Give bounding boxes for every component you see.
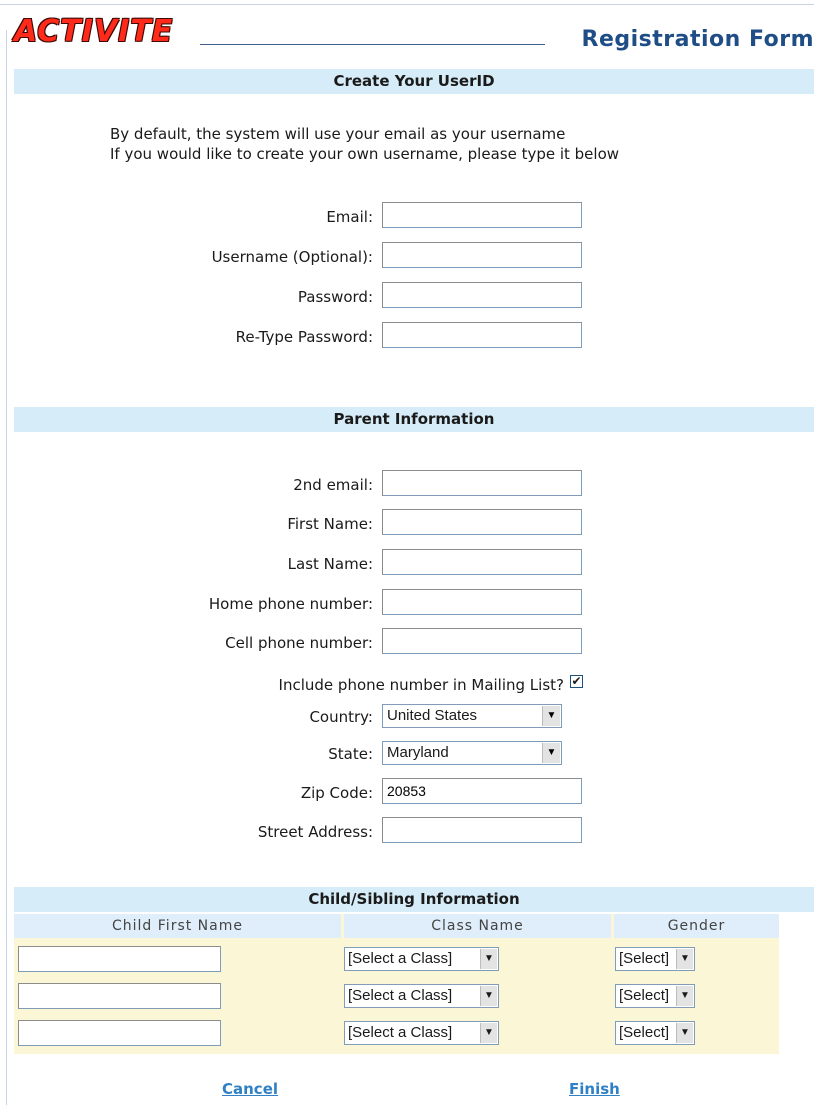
child-table: Child First Name Class Name Gender [Sele… bbox=[14, 914, 779, 1054]
intro-text: By default, the system will use your ema… bbox=[110, 124, 619, 164]
intro-line-2: If you would like to create your own use… bbox=[110, 145, 620, 163]
last-name-input[interactable] bbox=[382, 549, 582, 575]
state-select[interactable]: Maryland ▼ bbox=[382, 741, 562, 765]
column-header-gender: Gender bbox=[614, 914, 779, 938]
chevron-down-icon: ▼ bbox=[480, 949, 497, 969]
email2-input[interactable] bbox=[382, 470, 582, 496]
password-row: Password: bbox=[0, 282, 814, 312]
gender-value: [Select] bbox=[619, 1024, 670, 1041]
street-input[interactable] bbox=[382, 817, 582, 843]
class-value: [Select a Class] bbox=[348, 1024, 453, 1041]
gender-select[interactable]: [Select] ▼ bbox=[615, 984, 695, 1008]
gender-value: [Select] bbox=[619, 987, 670, 1004]
chevron-down-icon: ▼ bbox=[676, 949, 693, 969]
class-value: [Select a Class] bbox=[348, 987, 453, 1004]
email2-label: 2nd email: bbox=[293, 476, 373, 494]
username-input[interactable] bbox=[382, 242, 582, 268]
section-bar-parent: Parent Information bbox=[14, 407, 814, 432]
child-first-name-input[interactable] bbox=[18, 1020, 221, 1046]
username-label: Username (Optional): bbox=[211, 248, 373, 266]
mailing-list-row: Include phone number in Mailing List? ✔ bbox=[0, 670, 814, 700]
gender-select[interactable]: [Select] ▼ bbox=[615, 947, 695, 971]
country-value: United States bbox=[387, 707, 478, 724]
home-phone-row: Home phone number: bbox=[0, 589, 814, 619]
country-select[interactable]: United States ▼ bbox=[382, 704, 562, 728]
cell-phone-row: Cell phone number: bbox=[0, 628, 814, 658]
gender-value: [Select] bbox=[619, 950, 670, 967]
top-border bbox=[0, 4, 814, 5]
class-select[interactable]: [Select a Class] ▼ bbox=[344, 984, 499, 1008]
email-input[interactable] bbox=[382, 202, 582, 228]
retype-password-input[interactable] bbox=[382, 322, 582, 348]
zip-input[interactable] bbox=[382, 778, 582, 804]
state-label: State: bbox=[328, 745, 373, 763]
cell-phone-label: Cell phone number: bbox=[225, 634, 373, 652]
chevron-down-icon: ▼ bbox=[480, 986, 497, 1006]
first-name-row: First Name: bbox=[0, 509, 814, 539]
email2-row: 2nd email: bbox=[0, 470, 814, 500]
password-label: Password: bbox=[297, 288, 373, 306]
logo-text: ACTIVITE bbox=[14, 14, 174, 49]
chevron-down-icon: ▼ bbox=[480, 1023, 497, 1043]
home-phone-input[interactable] bbox=[382, 589, 582, 615]
chevron-down-icon: ▼ bbox=[542, 706, 560, 726]
country-label: Country: bbox=[309, 708, 373, 726]
state-value: Maryland bbox=[387, 744, 449, 761]
mailing-list-label: Include phone number in Mailing List? bbox=[278, 676, 564, 694]
class-value: [Select a Class] bbox=[348, 950, 453, 967]
password-input[interactable] bbox=[382, 282, 582, 308]
mailing-list-checkbox[interactable]: ✔ bbox=[570, 675, 583, 688]
state-row: State: Maryland ▼ bbox=[0, 741, 814, 771]
cell-phone-input[interactable] bbox=[382, 628, 582, 654]
chevron-down-icon: ▼ bbox=[676, 1023, 693, 1043]
finish-link[interactable]: Finish bbox=[569, 1080, 620, 1098]
column-header-first-name: Child First Name bbox=[14, 914, 341, 938]
column-header-class: Class Name bbox=[344, 914, 611, 938]
last-name-row: Last Name: bbox=[0, 549, 814, 579]
child-first-name-input[interactable] bbox=[18, 983, 221, 1009]
header-rule bbox=[200, 44, 545, 45]
email-label: Email: bbox=[326, 208, 373, 226]
cancel-link[interactable]: Cancel bbox=[222, 1080, 278, 1098]
gender-select[interactable]: [Select] ▼ bbox=[615, 1021, 695, 1045]
first-name-input[interactable] bbox=[382, 509, 582, 535]
retype-password-row: Re-Type Password: bbox=[0, 322, 814, 352]
first-name-label: First Name: bbox=[287, 515, 373, 533]
retype-password-label: Re-Type Password: bbox=[235, 328, 373, 346]
child-first-name-input[interactable] bbox=[18, 946, 221, 972]
activite-logo: ACTIVITE bbox=[14, 14, 173, 54]
country-row: Country: United States ▼ bbox=[0, 704, 814, 734]
zip-label: Zip Code: bbox=[300, 784, 373, 802]
class-select[interactable]: [Select a Class] ▼ bbox=[344, 947, 499, 971]
chevron-down-icon: ▼ bbox=[676, 986, 693, 1006]
checkmark-icon: ✔ bbox=[571, 674, 582, 688]
street-label: Street Address: bbox=[257, 823, 373, 841]
section-bar-userid: Create Your UserID bbox=[14, 69, 814, 94]
email-row: Email: bbox=[0, 202, 814, 232]
section-bar-child: Child/Sibling Information bbox=[14, 887, 814, 912]
last-name-label: Last Name: bbox=[287, 555, 373, 573]
intro-line-1: By default, the system will use your ema… bbox=[110, 125, 566, 143]
home-phone-label: Home phone number: bbox=[208, 595, 373, 613]
street-row: Street Address: bbox=[0, 817, 814, 847]
class-select[interactable]: [Select a Class] ▼ bbox=[344, 1021, 499, 1045]
username-row: Username (Optional): bbox=[0, 242, 814, 272]
zip-row: Zip Code: bbox=[0, 778, 814, 808]
chevron-down-icon: ▼ bbox=[542, 743, 560, 763]
page-title: Registration Form bbox=[581, 27, 814, 52]
